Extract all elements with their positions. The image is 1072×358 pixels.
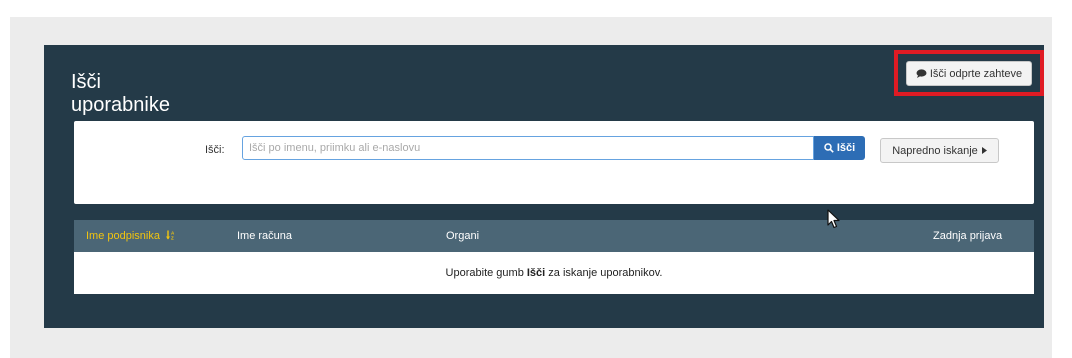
table-header: Ime podpisnika A Z Ime računa Organi Zad… (74, 220, 1034, 252)
page-title-line1: Išči (71, 71, 101, 94)
search-open-requests-button[interactable]: Išči odprte zahteve (906, 61, 1032, 86)
page-title: Išči uporabnike (71, 71, 231, 117)
svg-text:Z: Z (171, 236, 174, 241)
empty-message-bold: Išči (526, 267, 546, 279)
column-last-login[interactable]: Zadnja prijava (933, 230, 1002, 242)
search-label: Išči: (205, 144, 225, 156)
open-requests-label: Išči odprte zahteve (929, 67, 1023, 80)
column-signer-name[interactable]: Ime podpisnika A Z (86, 230, 176, 242)
search-input[interactable] (242, 136, 814, 160)
empty-message-suffix: za iskanje uporabnikov. (545, 267, 663, 279)
sort-alpha-icon: A Z (166, 230, 175, 241)
page-background: Išči uporabnike Išči odprte zahteve Išči… (10, 17, 1052, 358)
page-title-line2: uporabnike (71, 94, 170, 117)
chat-bubble-icon (916, 69, 927, 78)
column-authorities[interactable]: Organi (446, 230, 479, 242)
search-users-panel: Išči uporabnike Išči odprte zahteve Išči… (44, 45, 1044, 328)
caret-right-icon (981, 147, 987, 154)
column-account-name[interactable]: Ime računa (237, 230, 292, 242)
search-card: Išči: Išči Napredno iskanje (74, 121, 1034, 204)
mouse-cursor-icon (827, 209, 840, 229)
magnifier-icon (824, 143, 834, 153)
column-signer-name-label: Ime podpisnika (86, 230, 160, 242)
table-empty-message: Uporabite gumb Išči za iskanje uporabnik… (74, 252, 1034, 294)
empty-message-prefix: Uporabite gumb (445, 267, 527, 279)
search-button-label: Išči (836, 142, 856, 154)
advanced-search-button[interactable]: Napredno iskanje (880, 138, 999, 163)
advanced-search-label: Napredno iskanje (892, 144, 978, 157)
search-button[interactable]: Išči (814, 136, 865, 160)
